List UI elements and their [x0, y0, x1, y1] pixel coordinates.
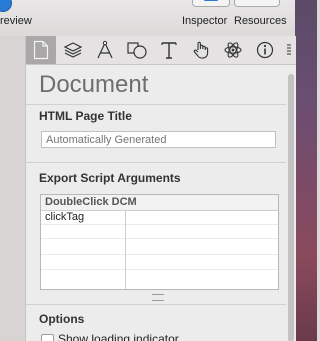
divider	[26, 304, 286, 305]
resources-label: Resources	[234, 15, 287, 27]
export-args-table[interactable]: DoubleClick DCM clickTag	[40, 194, 279, 290]
divider	[26, 104, 286, 105]
column-divider	[125, 211, 126, 289]
show-loading-checkbox[interactable]	[41, 334, 54, 341]
table-header: DoubleClick DCM	[41, 195, 278, 211]
options-heading: Options	[39, 312, 85, 326]
tab-layers[interactable]	[58, 36, 88, 64]
scrollbar[interactable]	[286, 66, 296, 341]
hand-icon	[193, 41, 209, 59]
shapes-icon	[127, 42, 147, 59]
more-icon	[287, 44, 291, 55]
scrollbar-thumb[interactable]	[288, 74, 294, 341]
html-title-heading: HTML Page Title	[39, 109, 132, 123]
table-row[interactable]	[41, 271, 278, 285]
preview-label: review	[0, 15, 32, 27]
table-row[interactable]	[41, 241, 278, 255]
tab-physics[interactable]	[218, 36, 248, 64]
tab-document[interactable]	[26, 36, 56, 64]
layers-icon	[63, 42, 83, 58]
page-title: Document	[39, 71, 149, 98]
text-icon	[161, 42, 177, 59]
canvas-edge	[0, 36, 25, 341]
resources-toggle-button[interactable]	[234, 0, 280, 7]
document-icon	[33, 40, 49, 60]
atom-icon	[224, 42, 242, 58]
divider	[26, 162, 286, 163]
export-args-heading: Export Script Arguments	[39, 171, 181, 185]
tab-actions[interactable]	[186, 36, 216, 64]
html-title-input[interactable]	[41, 131, 276, 148]
tab-properties[interactable]	[90, 36, 120, 64]
inspector-tab-bar	[26, 36, 296, 65]
inspector-label: Inspector	[182, 15, 228, 27]
preview-button-icon[interactable]	[0, 0, 12, 12]
info-icon	[256, 41, 274, 59]
drawing-tools-icon	[97, 40, 113, 59]
table-row[interactable]: clickTag	[41, 211, 278, 225]
table-cell-key: clickTag	[45, 211, 85, 223]
inspector-icon	[204, 0, 218, 1]
tab-info[interactable]	[250, 36, 280, 64]
desktop-wallpaper	[295, 0, 317, 341]
window-toolbar: review Inspector Resources	[0, 0, 295, 37]
tab-text[interactable]	[154, 36, 184, 64]
table-resize-handle[interactable]	[152, 294, 164, 301]
table-row[interactable]	[41, 256, 278, 270]
show-loading-label: Show loading indicator	[58, 332, 179, 341]
tab-more[interactable]	[282, 36, 296, 64]
tab-shapes[interactable]	[122, 36, 152, 64]
table-row[interactable]	[41, 225, 278, 239]
inspector-toggle-button[interactable]	[192, 0, 230, 7]
inspector-panel: Document HTML Page Title Export Script A…	[25, 36, 296, 341]
